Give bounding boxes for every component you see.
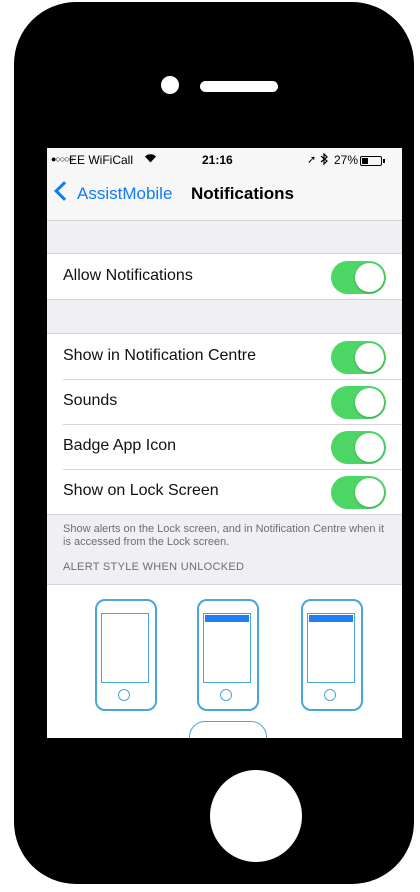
toggle-knob xyxy=(355,388,384,417)
home-button[interactable] xyxy=(210,770,302,862)
alert-style-alerts-option[interactable] xyxy=(301,599,363,711)
toggle-knob xyxy=(355,263,384,292)
lock-screen-label: Show on Lock Screen xyxy=(63,482,219,499)
mini-screen xyxy=(307,613,355,683)
toggle-knob xyxy=(355,478,384,507)
notification-options-group: Show in Notification Centre Sounds Badge… xyxy=(47,333,402,515)
notification-centre-label: Show in Notification Centre xyxy=(63,347,256,364)
status-bar: ●○○○○ EE WiFiCall 21:16 ➚ 27% xyxy=(47,148,402,170)
notification-centre-toggle[interactable] xyxy=(331,341,386,374)
banner-preview xyxy=(309,615,353,622)
battery-icon xyxy=(360,156,385,166)
lock-screen-note: Show alerts on the Lock screen, and in N… xyxy=(63,523,385,548)
carrier-name: EE WiFiCall xyxy=(69,153,134,167)
navigation-bar: AssistMobile Notifications xyxy=(47,170,402,221)
allow-notifications-row: Allow Notifications xyxy=(47,254,402,299)
sounds-label: Sounds xyxy=(63,392,118,409)
banner-preview xyxy=(205,615,249,622)
mini-screen xyxy=(101,613,149,683)
mini-screen xyxy=(203,613,251,683)
selection-indicator xyxy=(189,721,267,738)
lock-screen-row: Show on Lock Screen xyxy=(47,469,402,514)
battery-percent: 27% xyxy=(334,153,359,167)
badge-app-icon-label: Badge App Icon xyxy=(63,437,176,454)
phone-screen: ●○○○○ EE WiFiCall 21:16 ➚ 27% AssistMobi… xyxy=(47,148,402,738)
earpiece-speaker xyxy=(200,81,278,92)
sounds-row: Sounds xyxy=(47,379,402,424)
mini-home-button xyxy=(220,689,232,701)
alert-style-none-option[interactable] xyxy=(95,599,157,711)
allow-notifications-group: Allow Notifications xyxy=(47,253,402,300)
sounds-toggle[interactable] xyxy=(331,386,386,419)
alert-style-picker xyxy=(47,584,402,738)
front-camera xyxy=(161,76,179,94)
toggle-knob xyxy=(355,343,384,372)
lock-screen-toggle[interactable] xyxy=(331,476,386,509)
alert-style-banners-option[interactable] xyxy=(197,599,259,711)
wifi-icon xyxy=(144,153,157,166)
location-arrow-icon: ➚ xyxy=(307,154,317,166)
toggle-knob xyxy=(355,433,384,462)
allow-notifications-toggle[interactable] xyxy=(331,261,386,294)
allow-notifications-label: Allow Notifications xyxy=(63,267,193,284)
alert-style-header: ALERT STYLE WHEN UNLOCKED xyxy=(63,561,245,573)
page-title: Notifications xyxy=(191,184,294,203)
notification-centre-row: Show in Notification Centre xyxy=(47,334,402,379)
bluetooth-icon xyxy=(320,152,328,168)
badge-app-icon-toggle[interactable] xyxy=(331,431,386,464)
back-chevron-icon[interactable] xyxy=(54,181,74,201)
status-time: 21:16 xyxy=(202,153,233,167)
mini-home-button xyxy=(324,689,336,701)
badge-app-icon-row: Badge App Icon xyxy=(47,424,402,469)
mini-home-button xyxy=(118,689,130,701)
back-button[interactable]: AssistMobile xyxy=(77,184,172,204)
